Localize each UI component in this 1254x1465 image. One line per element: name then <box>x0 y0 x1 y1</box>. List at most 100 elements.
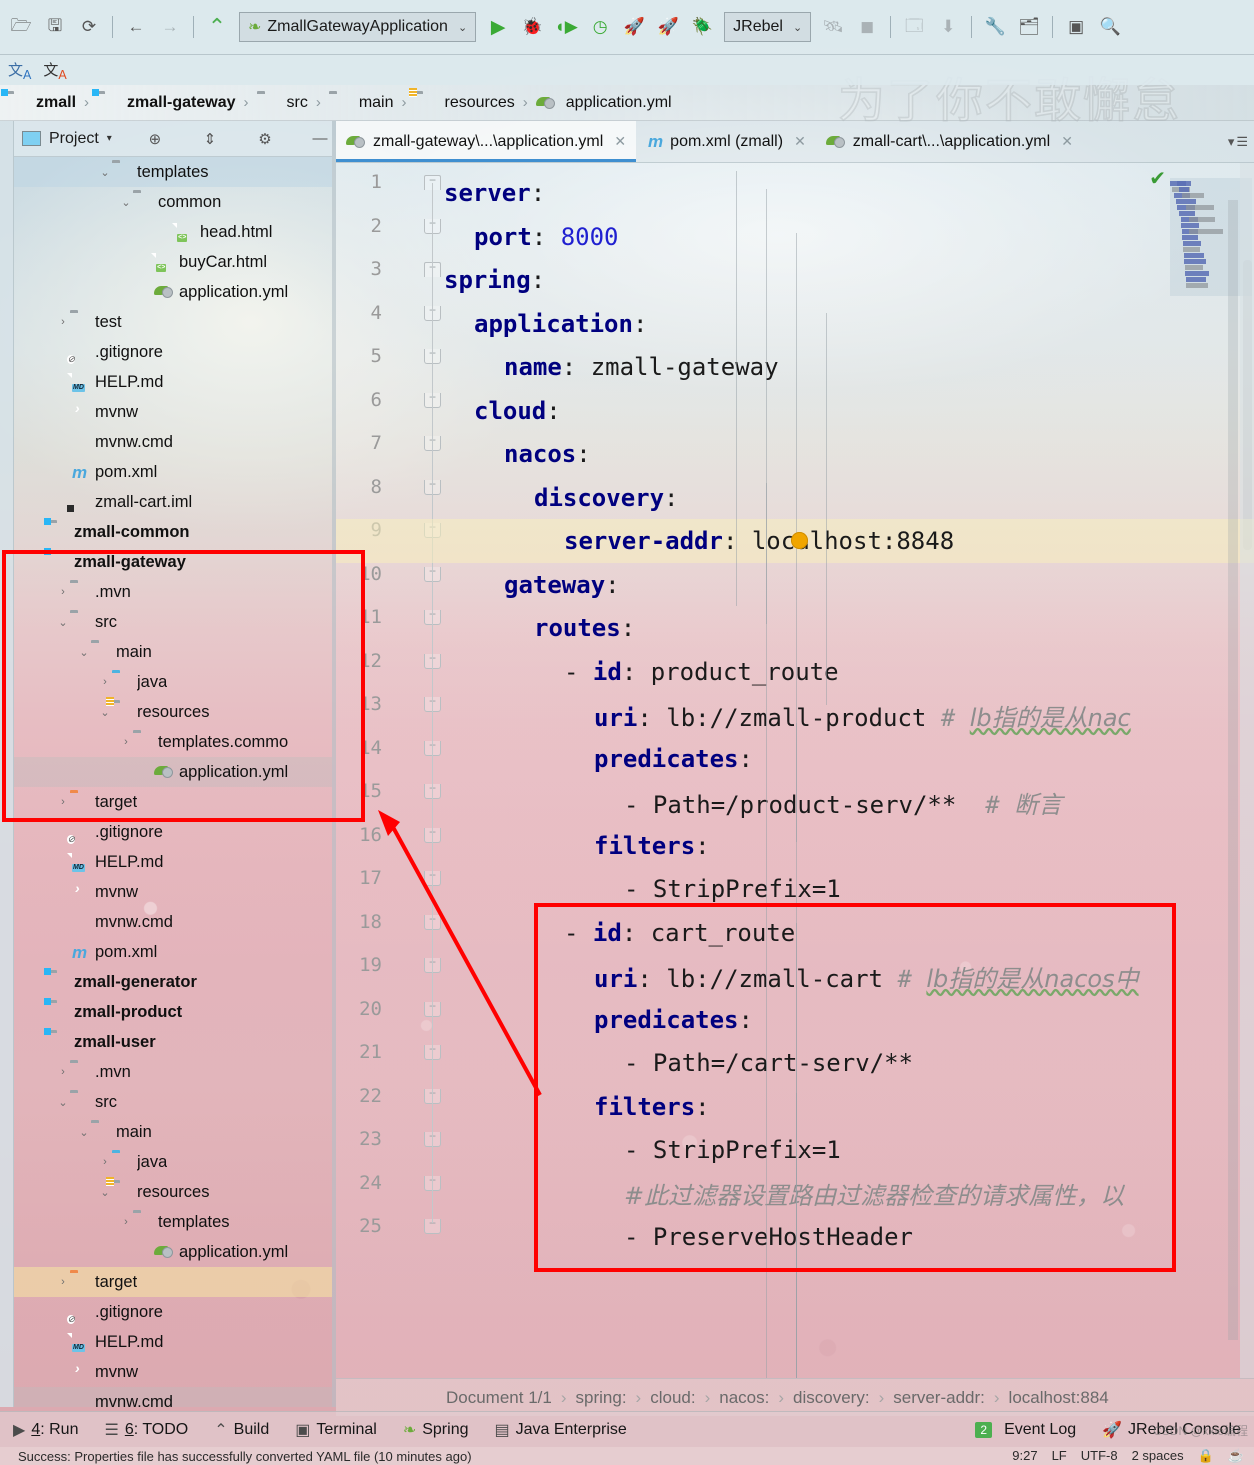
hide-icon[interactable]: — <box>308 130 332 147</box>
tree-node[interactable]: ⌄ common <box>14 187 332 217</box>
tree-node[interactable]: mvnw <box>14 877 332 907</box>
tree-node[interactable]: ⌄ src <box>14 607 332 637</box>
tree-node[interactable]: <> buyCar.html <box>14 247 332 277</box>
chevron-right-icon[interactable]: › <box>56 316 70 328</box>
code-line[interactable]: - id: cart_route <box>336 911 795 955</box>
tool-window-button[interactable]: ❧ Spring <box>390 1420 482 1440</box>
close-icon[interactable]: ✕ <box>614 133 626 150</box>
device-manager-icon[interactable]: 🗔 <box>899 12 929 42</box>
settings-gear-icon[interactable]: ⚙ <box>253 130 277 148</box>
code-line[interactable]: discovery: <box>336 476 679 520</box>
code-line[interactable]: application: <box>336 302 647 346</box>
tool-window-button[interactable]: ▤ Java Enterprise <box>481 1420 639 1440</box>
chevron-down-icon[interactable]: ⌄ <box>98 706 112 719</box>
translate-icon-blue[interactable]: 文A <box>8 59 31 82</box>
editor-tab[interactable]: zmall-gateway\...\application.yml ✕ <box>336 121 637 162</box>
tree-node[interactable]: .gitignore <box>14 337 332 367</box>
code-line[interactable]: spring: <box>336 258 545 302</box>
chevron-down-icon[interactable]: ⌄ <box>119 196 133 209</box>
tree-node[interactable]: › java <box>14 667 332 697</box>
save-icon[interactable]: 🖫 <box>40 12 70 42</box>
code-line[interactable]: - id: product_route <box>336 650 839 694</box>
chevron-down-icon[interactable]: ⌄ <box>77 646 91 659</box>
build-hammer-icon[interactable]: ⌃ <box>202 12 232 42</box>
editor-tab[interactable]: zmall-cart\...\application.yml ✕ <box>816 121 1083 162</box>
tool-window-button[interactable]: ▣ Terminal <box>282 1420 390 1440</box>
chevron-right-icon[interactable]: › <box>56 796 70 808</box>
chevron-right-icon[interactable]: › <box>98 1156 112 1168</box>
tree-node[interactable]: application.yml <box>14 1237 332 1267</box>
tree-node[interactable]: › java <box>14 1147 332 1177</box>
tree-node[interactable]: mvnw.cmd <box>14 907 332 937</box>
breadcrumb-item-zmall-gateway[interactable]: zmall-gateway <box>97 94 235 112</box>
code-line[interactable]: gateway: <box>336 563 620 607</box>
code-editor[interactable]: 1234567891011121314151617181920212223242… <box>336 163 1254 1378</box>
left-tool-window-strip[interactable] <box>0 121 14 1407</box>
tree-node[interactable]: › .mvn <box>14 577 332 607</box>
translate-icon-red[interactable]: 文A <box>43 59 66 82</box>
close-icon[interactable]: ✕ <box>1061 133 1073 150</box>
locate-icon[interactable]: ⊕ <box>143 130 167 148</box>
tree-node[interactable]: mvnw.cmd <box>14 427 332 457</box>
path-crumb[interactable]: nacos: <box>719 1388 769 1408</box>
jrebel-debug-icon[interactable]: 🚀 <box>653 12 683 42</box>
tree-node[interactable]: MD HELP.md <box>14 847 332 877</box>
tree-node[interactable]: › target <box>14 787 332 817</box>
tool-window-button[interactable]: 🚀 JRebel Console <box>1089 1420 1254 1440</box>
project-structure-icon[interactable]: 🗂 <box>1014 12 1044 42</box>
code-line[interactable]: cloud: <box>336 389 561 433</box>
jrebel-selector[interactable]: JRebel ⌄ <box>724 12 812 42</box>
chevron-down-icon[interactable]: ⌄ <box>56 616 70 629</box>
tab-list-icon[interactable]: ☰ <box>1236 134 1248 150</box>
collapse-all-icon[interactable]: ⇕ <box>198 130 222 148</box>
tree-node[interactable]: › test <box>14 307 332 337</box>
code-line[interactable]: routes: <box>336 606 635 650</box>
run-with-coverage-icon[interactable]: ◖▶ <box>551 12 581 42</box>
debug-icon[interactable]: 🐞 <box>517 12 547 42</box>
breadcrumb-item-application-yml[interactable]: application.yml <box>536 94 672 112</box>
code-line[interactable]: - Path=/product-serv/** # 断言 <box>336 780 1062 824</box>
close-icon[interactable]: ✕ <box>794 133 806 150</box>
code-line[interactable]: predicates: <box>336 998 753 1042</box>
tree-node[interactable]: ⌄ templates <box>14 157 332 187</box>
tree-node[interactable]: mvnw <box>14 397 332 427</box>
chevron-down-icon[interactable]: ⌄ <box>77 1126 91 1139</box>
project-tree[interactable]: ⌄ templates ⌄ common <> head.html <> buyCar.htm… <box>14 157 332 1407</box>
code-line[interactable]: uri: lb://zmall-cart # lb指的是从nacos中 <box>336 954 1139 998</box>
tree-node[interactable]: MD HELP.md <box>14 367 332 397</box>
tree-node[interactable]: application.yml <box>14 277 332 307</box>
tree-node[interactable]: › templates <box>14 1207 332 1237</box>
code-line[interactable]: uri: lb://zmall-product # lb指的是从nac <box>336 693 1131 737</box>
breadcrumb-item-src[interactable]: src <box>257 94 308 112</box>
path-crumb[interactable]: cloud: <box>650 1388 695 1408</box>
tree-node[interactable]: MD HELP.md <box>14 1327 332 1357</box>
chevron-down-icon[interactable]: ⌄ <box>98 166 112 179</box>
status-item[interactable]: 🔒 <box>1198 1448 1214 1464</box>
navigate-forward-icon[interactable]: → <box>155 12 185 42</box>
run-icon[interactable]: ▶ <box>483 12 513 42</box>
tree-node[interactable]: <> head.html <box>14 217 332 247</box>
tool-window-button[interactable]: ☰ 6: TODO <box>91 1420 201 1440</box>
status-item[interactable]: UTF-8 <box>1081 1448 1118 1464</box>
code-line[interactable]: filters: <box>336 1085 710 1129</box>
open-icon[interactable]: 🗁 <box>6 12 36 42</box>
tree-node[interactable]: zmall-generator <box>14 967 332 997</box>
tree-node[interactable]: m pom.xml <box>14 937 332 967</box>
search-icon[interactable]: 🔍 <box>1095 12 1125 42</box>
chevron-down-icon[interactable]: ▾ <box>107 133 112 144</box>
code-line[interactable]: - PreserveHostHeader <box>336 1215 913 1259</box>
tool-window-button[interactable]: 2 Event Log <box>962 1421 1089 1439</box>
tree-node[interactable]: ⌄ main <box>14 1117 332 1147</box>
tool-window-button[interactable]: ⌃ Build <box>201 1420 282 1440</box>
tree-node[interactable]: zmall-common <box>14 517 332 547</box>
code-line[interactable]: port: 8000 <box>336 215 619 259</box>
path-crumb[interactable]: localhost:884 <box>1009 1388 1109 1408</box>
stop-icon[interactable]: ◼ <box>852 12 882 42</box>
chevron-right-icon[interactable]: › <box>56 1066 70 1078</box>
tree-node[interactable]: zmall-user <box>14 1027 332 1057</box>
chevron-down-icon[interactable]: ⌄ <box>56 1096 70 1109</box>
tool-window-button[interactable]: ▶ 4: Run <box>0 1420 91 1440</box>
settings-wrench-icon[interactable]: 🔧 <box>980 12 1010 42</box>
tree-node[interactable]: ⌄ resources <box>14 697 332 727</box>
navigate-back-icon[interactable]: ← <box>121 12 151 42</box>
